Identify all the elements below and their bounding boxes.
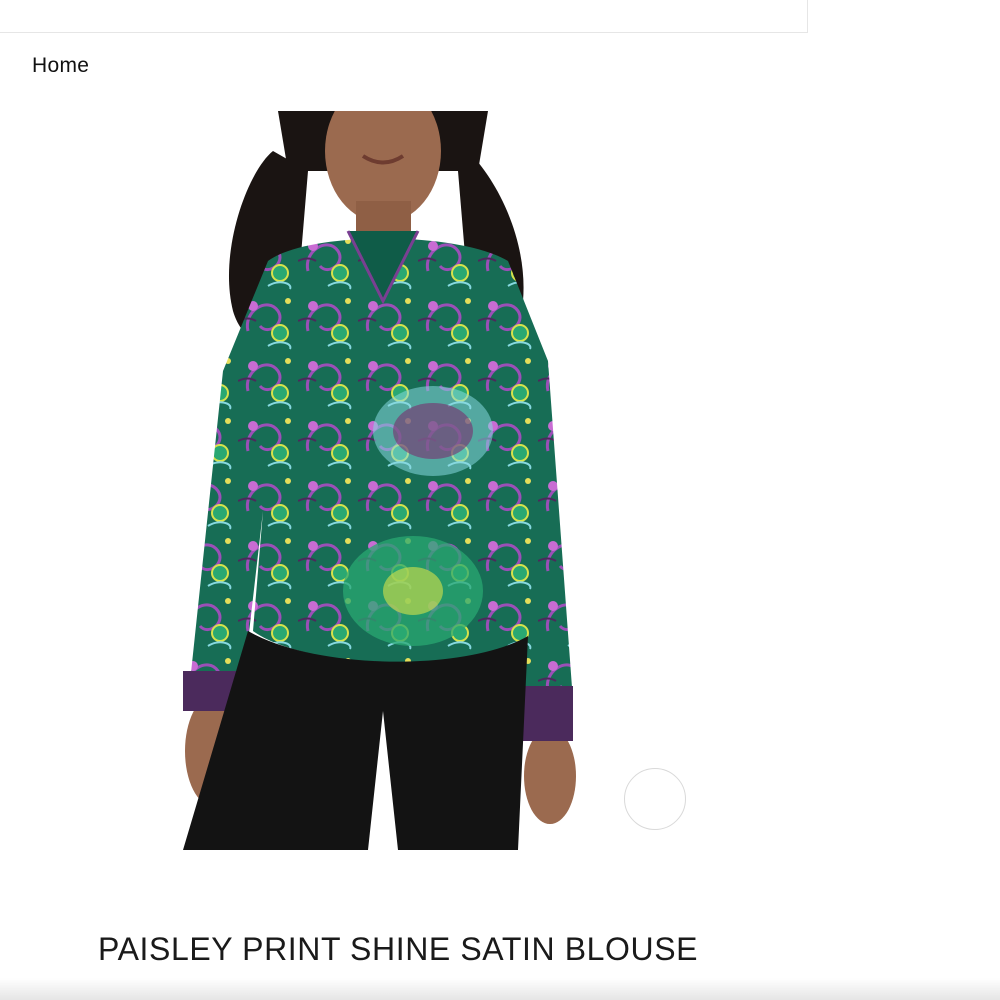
carousel-dot-icon[interactable]	[624, 768, 686, 830]
product-title: PAISLEY PRINT SHINE SATIN BLOUSE	[98, 931, 699, 967]
header-bar	[0, 0, 808, 33]
product-image[interactable]	[178, 111, 588, 850]
breadcrumb-home-link[interactable]: Home	[32, 54, 89, 78]
bottom-shadow	[0, 978, 1000, 1000]
product-page: Home PAISLEY PRINT SHINE SATIN BLOUSE	[0, 0, 1000, 1000]
